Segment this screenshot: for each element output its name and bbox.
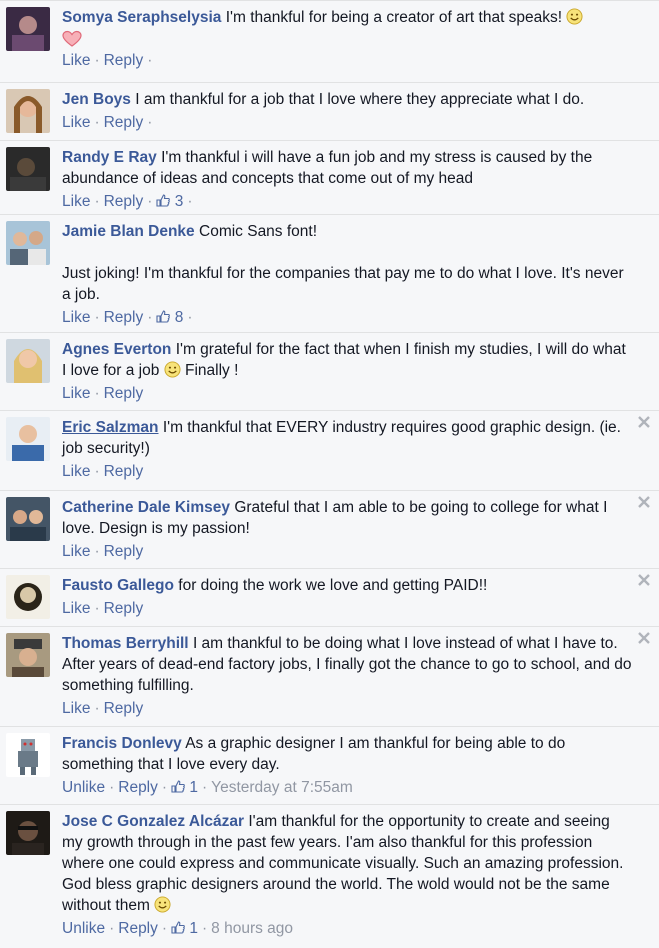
like-button[interactable]: Like (62, 309, 90, 326)
comment-list: Somya Seraphselysia I'm thankful for bei… (0, 0, 659, 948)
close-icon[interactable] (637, 573, 651, 587)
avatar[interactable] (6, 733, 50, 777)
author-name[interactable]: Jen Boys (62, 91, 131, 108)
unlike-button[interactable]: Unlike (62, 920, 105, 937)
avatar[interactable] (6, 339, 50, 383)
close-icon[interactable] (637, 415, 651, 429)
like-count[interactable]: 3 (156, 193, 183, 210)
comment: Eric Salzman I'm thankful that EVERY ind… (0, 410, 659, 490)
smiley-emoji-icon (164, 361, 181, 378)
like-count[interactable]: 8 (156, 309, 183, 326)
reply-button[interactable]: Reply (118, 920, 158, 937)
author-name[interactable]: Jose C Gonzalez Alcázar (62, 813, 244, 830)
smiley-emoji-icon (154, 896, 171, 913)
comment: Thomas Berryhill I am thankful to be doi… (0, 626, 659, 726)
like-button[interactable]: Like (62, 700, 90, 717)
reply-button[interactable]: Reply (104, 52, 144, 69)
author-name[interactable]: Fausto Gallego (62, 577, 174, 594)
like-button[interactable]: Like (62, 52, 90, 69)
comment: Agnes Everton I'm grateful for the fact … (0, 332, 659, 410)
comment: Jamie Blan Denke Comic Sans font! Just j… (0, 214, 659, 332)
comment: Randy E Ray I'm thankful i will have a f… (0, 140, 659, 214)
avatar[interactable] (6, 7, 50, 51)
like-count[interactable]: 1 (171, 779, 198, 796)
reply-button[interactable]: Reply (118, 779, 158, 796)
comment-text-paragraph: Just joking! I'm thankful for the compan… (62, 265, 628, 303)
like-button[interactable]: Like (62, 385, 90, 402)
comment-text-after: Finally ! (184, 362, 239, 379)
author-name[interactable]: Randy E Ray (62, 149, 157, 166)
author-name[interactable]: Catherine Dale Kimsey (62, 499, 230, 516)
comment-text: for doing the work we love and getting P… (178, 577, 488, 594)
thumbs-up-icon (156, 310, 171, 323)
like-button[interactable]: Like (62, 600, 90, 617)
comment: Somya Seraphselysia I'm thankful for bei… (0, 0, 659, 82)
timestamp[interactable]: 8 hours ago (211, 920, 293, 937)
author-name[interactable]: Eric Salzman (62, 419, 159, 436)
reply-button[interactable]: Reply (104, 114, 144, 131)
thumbs-up-icon (171, 780, 185, 793)
avatar[interactable] (6, 147, 50, 191)
reply-button[interactable]: Reply (104, 600, 144, 617)
reply-button[interactable]: Reply (104, 463, 144, 480)
author-name[interactable]: Francis Donlevy (62, 735, 182, 752)
unlike-button[interactable]: Unlike (62, 779, 105, 796)
comment: Jose C Gonzalez Alcázar I'am thankful fo… (0, 804, 659, 948)
reply-button[interactable]: Reply (104, 700, 144, 717)
avatar[interactable] (6, 811, 50, 855)
like-button[interactable]: Like (62, 543, 90, 560)
reply-button[interactable]: Reply (104, 543, 144, 560)
thumbs-up-icon (156, 194, 171, 207)
reply-button[interactable]: Reply (104, 385, 144, 402)
like-button[interactable]: Like (62, 114, 90, 131)
comment: Catherine Dale Kimsey Grateful that I am… (0, 490, 659, 568)
comment: Jen Boys I am thankful for a job that I … (0, 82, 659, 140)
close-icon[interactable] (637, 631, 651, 645)
comment: Fausto Gallego for doing the work we lov… (0, 568, 659, 626)
author-name[interactable]: Agnes Everton (62, 341, 171, 358)
reply-button[interactable]: Reply (104, 193, 144, 210)
avatar[interactable] (6, 89, 50, 133)
smiley-emoji-icon (566, 8, 583, 25)
avatar[interactable] (6, 575, 50, 619)
comment-text: Comic Sans font! (199, 223, 318, 240)
timestamp[interactable]: Yesterday at 7:55am (211, 779, 353, 796)
author-name[interactable]: Thomas Berryhill (62, 635, 189, 652)
comment-text: I'm thankful for being a creator of art … (225, 9, 563, 26)
comment-text: I am thankful for a job that I love wher… (135, 91, 585, 108)
close-icon[interactable] (637, 495, 651, 509)
comment: Francis Donlevy As a graphic designer I … (0, 726, 659, 804)
thumbs-up-icon (171, 921, 185, 934)
author-name[interactable]: Somya Seraphselysia (62, 9, 221, 26)
avatar[interactable] (6, 633, 50, 677)
like-button[interactable]: Like (62, 463, 90, 480)
avatar[interactable] (6, 417, 50, 461)
author-name[interactable]: Jamie Blan Denke (62, 223, 195, 240)
reply-button[interactable]: Reply (104, 309, 144, 326)
like-button[interactable]: Like (62, 193, 90, 210)
like-count[interactable]: 1 (171, 920, 198, 937)
avatar[interactable] (6, 497, 50, 541)
heart-emoji-icon (62, 30, 82, 47)
avatar[interactable] (6, 221, 50, 265)
